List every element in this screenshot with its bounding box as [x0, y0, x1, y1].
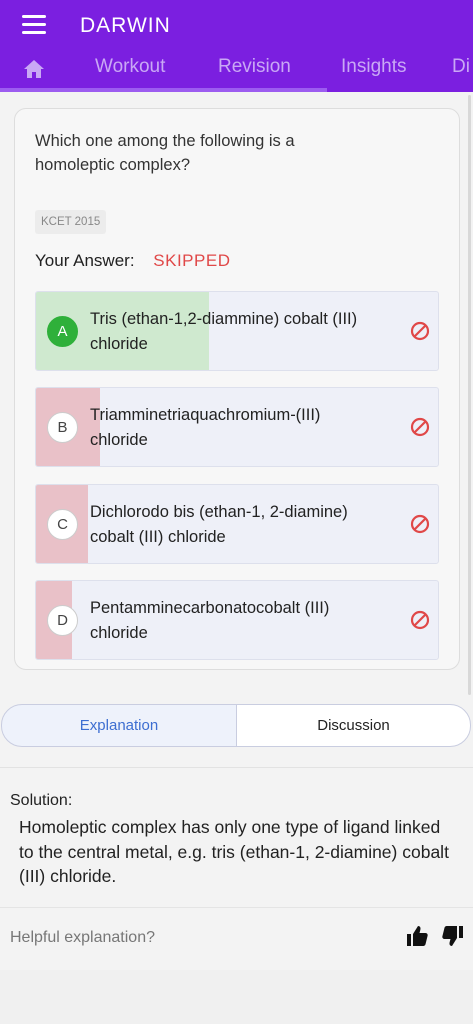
option-d-letter: D — [47, 605, 78, 636]
tab-more[interactable]: Di — [452, 56, 470, 78]
tab-indicator — [0, 88, 327, 92]
your-answer-row: Your Answer: SKIPPED — [35, 251, 230, 271]
divider — [0, 907, 473, 908]
tab-explanation[interactable]: Explanation — [1, 704, 237, 747]
solution-text: Homoleptic complex has only one type of … — [19, 817, 449, 886]
option-d-text: Pentamminecarbonatocobalt (III) chloride — [90, 599, 330, 642]
answer-status: SKIPPED — [153, 251, 231, 270]
answer-label: Your Answer: — [35, 251, 135, 270]
tab-bar: Workout Revision Insights Di — [0, 50, 473, 92]
bottom-area — [0, 970, 473, 1024]
option-d[interactable]: D Pentamminecarbonatocobalt (III) chlori… — [35, 580, 439, 660]
block-icon — [410, 514, 430, 534]
option-b-text: Triamminetriaquachromium-(III) chloride — [90, 406, 321, 449]
option-b-letter: B — [47, 412, 78, 443]
block-icon — [410, 610, 430, 630]
option-a-letter: A — [47, 316, 78, 347]
thumbs-up-icon[interactable] — [405, 924, 429, 948]
tab-revision[interactable]: Revision — [218, 56, 291, 78]
thumbs-down-icon[interactable] — [441, 924, 465, 948]
question-text: Which one among the following is a homol… — [35, 132, 295, 174]
explanation-discussion-switch: Explanation Discussion — [0, 683, 473, 767]
home-icon[interactable] — [23, 59, 45, 79]
tab-workout[interactable]: Workout — [95, 56, 165, 78]
option-c[interactable]: C Dichlorodo bis (ethan-1, 2-diamine) co… — [35, 484, 439, 564]
question-card: Which one among the following is a homol… — [14, 108, 460, 670]
block-icon — [410, 417, 430, 437]
app-title: DARWIN — [80, 14, 171, 37]
solution-panel: Solution: Homoleptic complex has only on… — [0, 767, 473, 970]
option-b[interactable]: B Triamminetriaquachromium-(III) chlorid… — [35, 387, 439, 467]
app-header: DARWIN Workout Revision Insights Di — [0, 0, 473, 92]
block-icon — [410, 321, 430, 341]
hamburger-icon[interactable] — [22, 15, 46, 35]
option-a-text: Tris (ethan-1,2-diammine) cobalt (III) c… — [90, 310, 358, 353]
scrollbar[interactable] — [468, 95, 471, 695]
option-c-letter: C — [47, 509, 78, 540]
option-c-text: Dichlorodo bis (ethan-1, 2-diamine) coba… — [90, 503, 348, 546]
tab-discussion[interactable]: Discussion — [236, 704, 471, 747]
option-a[interactable]: A Tris (ethan-1,2-diammine) cobalt (III)… — [35, 291, 439, 371]
exam-tag: KCET 2015 — [35, 210, 107, 234]
solution-title: Solution: — [10, 792, 73, 809]
tab-insights[interactable]: Insights — [341, 56, 406, 78]
helpful-prompt: Helpful explanation? — [10, 929, 155, 946]
